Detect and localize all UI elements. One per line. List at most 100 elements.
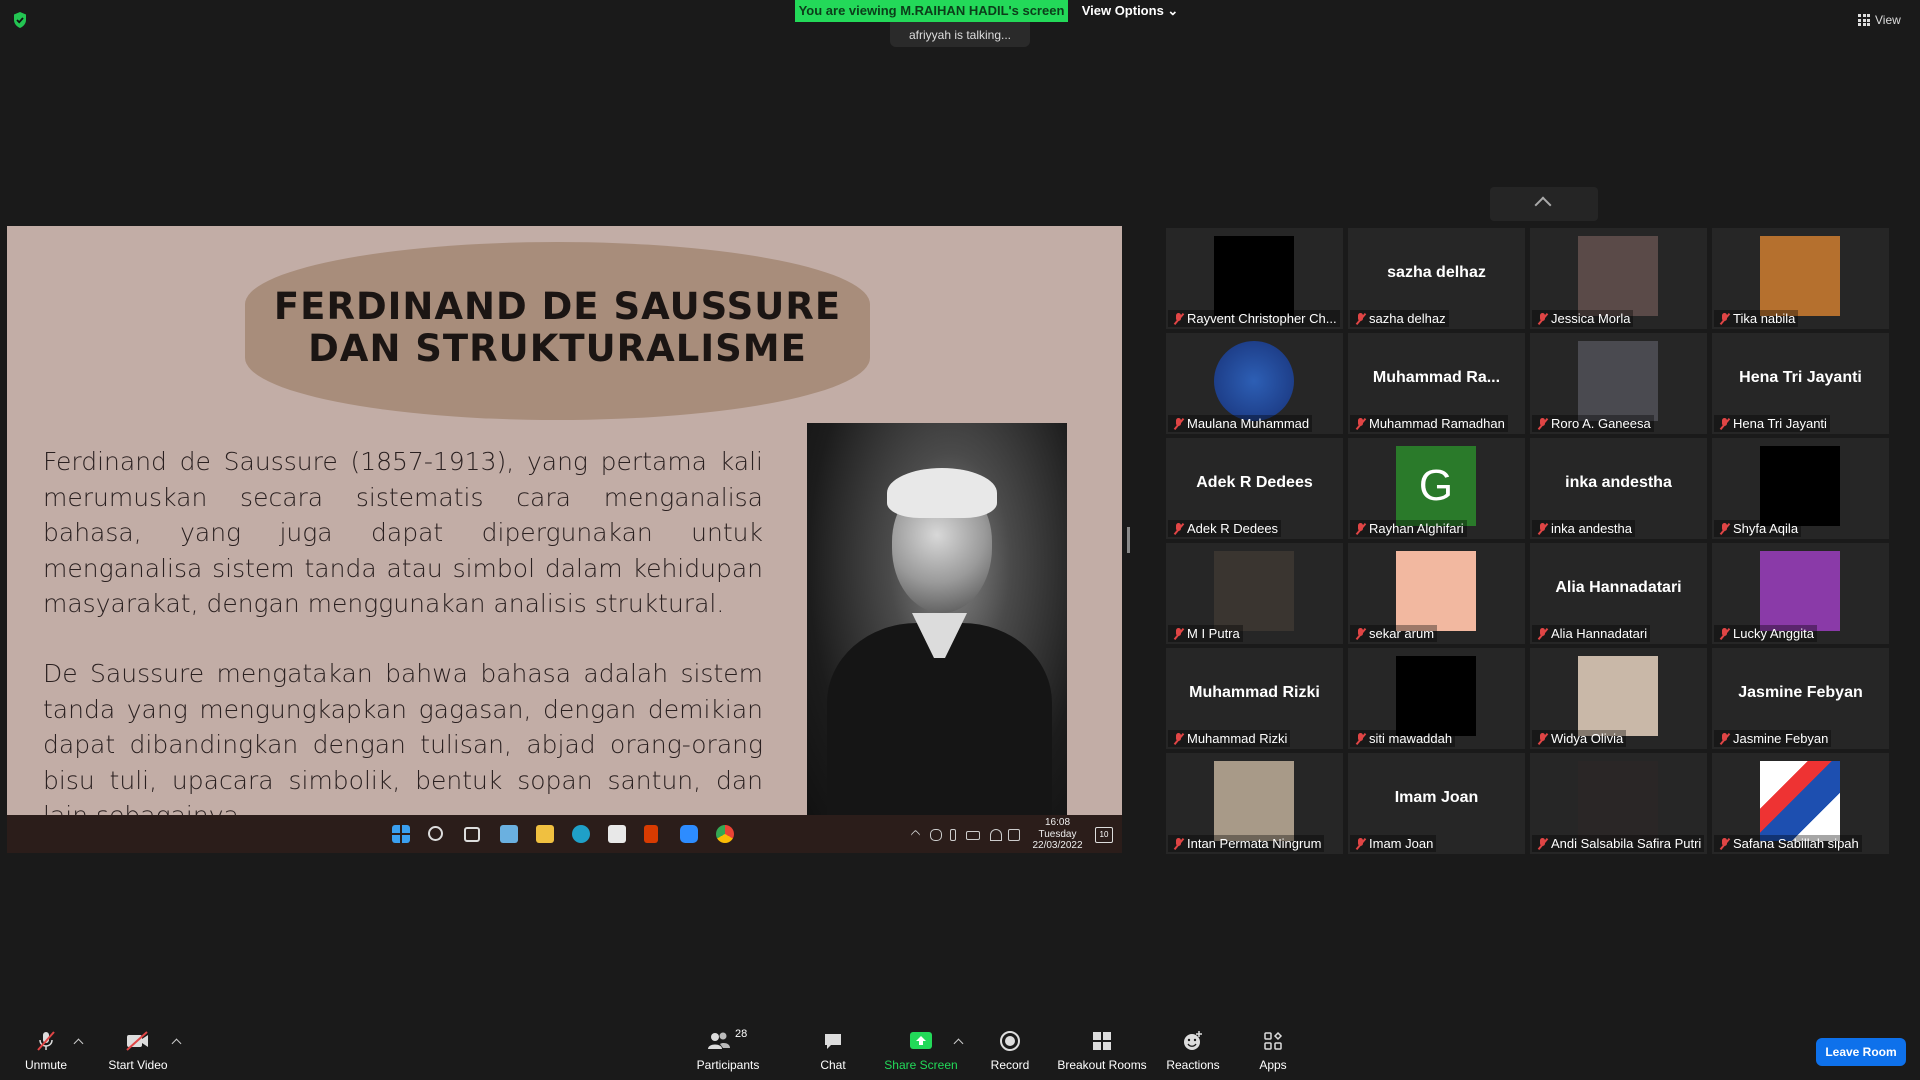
participant-avatar — [1214, 551, 1294, 631]
participant-tile[interactable]: Lucky Anggita — [1712, 543, 1889, 644]
participant-tile[interactable]: Jasmine Febyan Jasmine Febyan — [1712, 648, 1889, 749]
share-screen-button[interactable]: Share Screen — [882, 1030, 960, 1072]
participant-tile[interactable]: siti mawaddah — [1348, 648, 1525, 749]
participant-tile[interactable]: Roro A. Ganeesa — [1530, 333, 1707, 434]
participant-name: Maulana Muhammad — [1187, 416, 1310, 431]
participant-name: Jasmine Febyan — [1733, 731, 1829, 746]
view-button[interactable]: View — [1858, 10, 1913, 30]
search-icon[interactable] — [428, 826, 443, 841]
muted-mic-icon — [1538, 418, 1547, 430]
participant-tile[interactable]: Rayvent Christopher Ch... — [1166, 228, 1343, 329]
participant-name-label: Lucky Anggita — [1714, 625, 1817, 642]
reactions-button[interactable]: Reactions — [1164, 1030, 1222, 1072]
participant-name: Muhammad Ramadhan — [1369, 416, 1505, 431]
breakout-rooms-button[interactable]: Breakout Rooms — [1056, 1030, 1148, 1072]
store-icon[interactable] — [608, 825, 626, 843]
edge-icon[interactable] — [572, 825, 590, 843]
participant-name: Shyfa Aqila — [1733, 521, 1799, 536]
participant-tile[interactable]: Intan Permata Ningrum — [1166, 753, 1343, 854]
participant-name-label: Rayhan Alghifari — [1350, 520, 1467, 537]
taskbar-clock: 16:08 Tuesday 22/03/2022 — [1020, 817, 1095, 852]
grid-icon — [1858, 14, 1870, 26]
start-video-button[interactable]: Start Video — [106, 1030, 170, 1072]
office-icon[interactable] — [644, 825, 658, 843]
widgets-icon[interactable] — [500, 825, 518, 843]
chat-icon — [825, 1034, 841, 1049]
battery-icon — [966, 831, 980, 840]
participant-tile[interactable]: Imam Joan Imam Joan — [1348, 753, 1525, 854]
participant-name-label: Rayvent Christopher Ch... — [1168, 310, 1340, 327]
participant-avatar — [1760, 551, 1840, 631]
participant-display-name: Hena Tri Jayanti — [1739, 369, 1862, 386]
share-screen-label: Share Screen — [884, 1058, 958, 1072]
participant-avatar — [1396, 551, 1476, 631]
participant-tile[interactable]: sekar arum — [1348, 543, 1525, 644]
muted-mic-icon — [1174, 733, 1183, 745]
participant-tile[interactable]: inka andestha inka andestha — [1530, 438, 1707, 539]
file-explorer-icon[interactable] — [536, 825, 554, 843]
shared-screen[interactable]: FERDINAND DE SAUSSURE DAN STRUKTURALISME… — [7, 226, 1122, 853]
participants-button[interactable]: 28 Participants — [692, 1028, 764, 1072]
participant-name: Intan Permata Ningrum — [1187, 836, 1322, 851]
participant-tile[interactable]: Jessica Morla — [1530, 228, 1707, 329]
notification-icon[interactable]: 10 — [1095, 827, 1113, 843]
windows-taskbar: 16:08 Tuesday 22/03/2022 10 — [7, 815, 1122, 853]
muted-microphone-icon — [37, 1031, 55, 1051]
participant-tile[interactable]: Hena Tri Jayanti Hena Tri Jayanti — [1712, 333, 1889, 434]
participant-tile[interactable]: Widya Olivia — [1530, 648, 1707, 749]
audio-options-chevron-icon[interactable] — [73, 1038, 84, 1049]
participant-name: M I Putra — [1187, 626, 1240, 641]
wifi-icon — [990, 829, 1002, 841]
panel-splitter-handle[interactable] — [1127, 527, 1130, 553]
share-screen-icon — [910, 1032, 932, 1049]
participant-name: sekar arum — [1369, 626, 1435, 641]
zoom-icon[interactable] — [680, 825, 698, 843]
view-options-button[interactable]: View Options ⌄ — [1080, 0, 1180, 22]
participant-name: Rayhan Alghifari — [1369, 521, 1464, 536]
participant-tile[interactable]: Safana Sabillah sipah — [1712, 753, 1889, 854]
participant-tile[interactable]: Adek R Dedees Adek R Dedees — [1166, 438, 1343, 539]
participant-name-label: Jessica Morla — [1532, 310, 1634, 327]
video-options-chevron-icon[interactable] — [171, 1038, 182, 1049]
unmute-button[interactable]: Unmute — [22, 1030, 70, 1072]
muted-mic-icon — [1720, 313, 1729, 325]
apps-label: Apps — [1259, 1058, 1287, 1072]
leave-room-button[interactable]: Leave Room — [1816, 1038, 1906, 1066]
reactions-label: Reactions — [1166, 1058, 1220, 1072]
participant-tile[interactable]: Tika nabila — [1712, 228, 1889, 329]
muted-mic-icon — [1174, 628, 1183, 640]
participants-count: 28 — [735, 1028, 748, 1040]
participant-avatar: G — [1396, 446, 1476, 526]
muted-mic-icon — [1356, 628, 1365, 640]
saussure-portrait — [807, 423, 1067, 823]
tray-chevron-icon[interactable] — [910, 829, 921, 840]
participant-tile[interactable]: Muhammad Rizki Muhammad Rizki — [1166, 648, 1343, 749]
participant-tile[interactable]: G Rayhan Alghifari — [1348, 438, 1525, 539]
record-button[interactable]: Record — [988, 1030, 1032, 1072]
participant-tile[interactable]: Shyfa Aqila — [1712, 438, 1889, 539]
participant-name-label: siti mawaddah — [1350, 730, 1456, 747]
reactions-icon — [1184, 1031, 1202, 1050]
windows-start-icon[interactable] — [392, 825, 410, 843]
participant-name-label: Widya Olivia — [1532, 730, 1627, 747]
chrome-icon[interactable] — [716, 825, 734, 843]
cloud-icon — [930, 829, 942, 841]
participant-tile[interactable]: Muhammad Ra... Muhammad Ramadhan — [1348, 333, 1525, 434]
muted-mic-icon — [1538, 523, 1547, 535]
security-shield-icon[interactable] — [10, 10, 30, 30]
chat-label: Chat — [820, 1058, 846, 1072]
participant-tile[interactable]: M I Putra — [1166, 543, 1343, 644]
gallery-scroll-up-button[interactable] — [1490, 187, 1598, 221]
participant-tile[interactable]: sazha delhaz sazha delhaz — [1348, 228, 1525, 329]
participant-name-label: Hena Tri Jayanti — [1714, 415, 1830, 432]
participant-avatar — [1578, 236, 1658, 316]
participant-display-name: sazha delhaz — [1387, 264, 1486, 281]
participant-name: Rayvent Christopher Ch... — [1187, 311, 1337, 326]
participant-tile[interactable]: Andi Salsabila Safira Putri — [1530, 753, 1707, 854]
task-view-icon[interactable] — [464, 827, 480, 842]
participant-name-label: Jasmine Febyan — [1714, 730, 1832, 747]
participant-tile[interactable]: Maulana Muhammad — [1166, 333, 1343, 434]
participant-tile[interactable]: Alia Hannadatari Alia Hannadatari — [1530, 543, 1707, 644]
apps-button[interactable]: Apps — [1256, 1030, 1290, 1072]
chat-button[interactable]: Chat — [812, 1030, 854, 1072]
